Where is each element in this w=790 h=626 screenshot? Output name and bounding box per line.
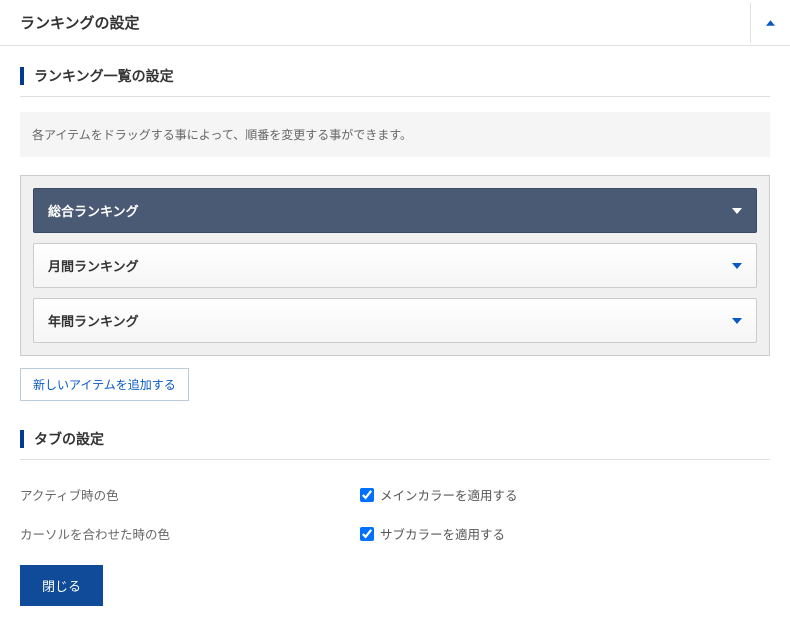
section-title-text: タブの設定 <box>34 429 104 449</box>
ranking-item-label: 総合ランキング <box>48 201 139 220</box>
tab-settings-group: アクティブ時の色 メインカラーを適用する カーソルを合わせた時の色 サブカラーを… <box>20 475 770 553</box>
setting-control[interactable]: サブカラーを適用する <box>360 524 505 543</box>
expand-item-button[interactable] <box>732 318 742 324</box>
ranking-item[interactable]: 年間ランキング <box>33 298 757 343</box>
section-tab-settings-title: タブの設定 <box>20 429 770 460</box>
section-ranking-list-title: ランキング一覧の設定 <box>20 66 770 97</box>
ranking-item-label: 年間ランキング <box>48 311 139 330</box>
panel-title: ランキングの設定 <box>20 12 140 33</box>
checkbox-label: メインカラーを適用する <box>380 485 518 504</box>
panel-header: ランキングの設定 <box>0 0 790 46</box>
collapse-toggle[interactable] <box>750 3 790 43</box>
expand-item-button[interactable] <box>732 208 742 214</box>
caret-up-icon <box>766 20 775 26</box>
caret-down-icon <box>732 263 742 269</box>
setting-label: アクティブ時の色 <box>20 485 360 504</box>
expand-item-button[interactable] <box>732 263 742 269</box>
section-title-text: ランキング一覧の設定 <box>34 66 174 86</box>
setting-label: カーソルを合わせた時の色 <box>20 524 360 543</box>
ranking-item[interactable]: 総合ランキング <box>33 188 757 233</box>
setting-row-active-color: アクティブ時の色 メインカラーを適用する <box>20 475 770 514</box>
apply-main-color-checkbox[interactable] <box>360 488 374 502</box>
panel-body: ランキング一覧の設定 各アイテムをドラッグする事によって、順番を変更する事ができ… <box>0 46 790 626</box>
checkbox-label: サブカラーを適用する <box>380 524 505 543</box>
drag-hint: 各アイテムをドラッグする事によって、順番を変更する事ができます。 <box>20 112 770 157</box>
ranking-items-container: 総合ランキング 月間ランキング 年間ランキング <box>20 175 770 356</box>
apply-sub-color-checkbox[interactable] <box>360 527 374 541</box>
close-button[interactable]: 閉じる <box>20 565 103 606</box>
setting-control[interactable]: メインカラーを適用する <box>360 485 518 504</box>
setting-row-hover-color: カーソルを合わせた時の色 サブカラーを適用する <box>20 514 770 553</box>
ranking-item-label: 月間ランキング <box>48 256 139 275</box>
add-item-button[interactable]: 新しいアイテムを追加する <box>20 368 189 401</box>
ranking-item[interactable]: 月間ランキング <box>33 243 757 288</box>
caret-down-icon <box>732 208 742 214</box>
caret-down-icon <box>732 318 742 324</box>
